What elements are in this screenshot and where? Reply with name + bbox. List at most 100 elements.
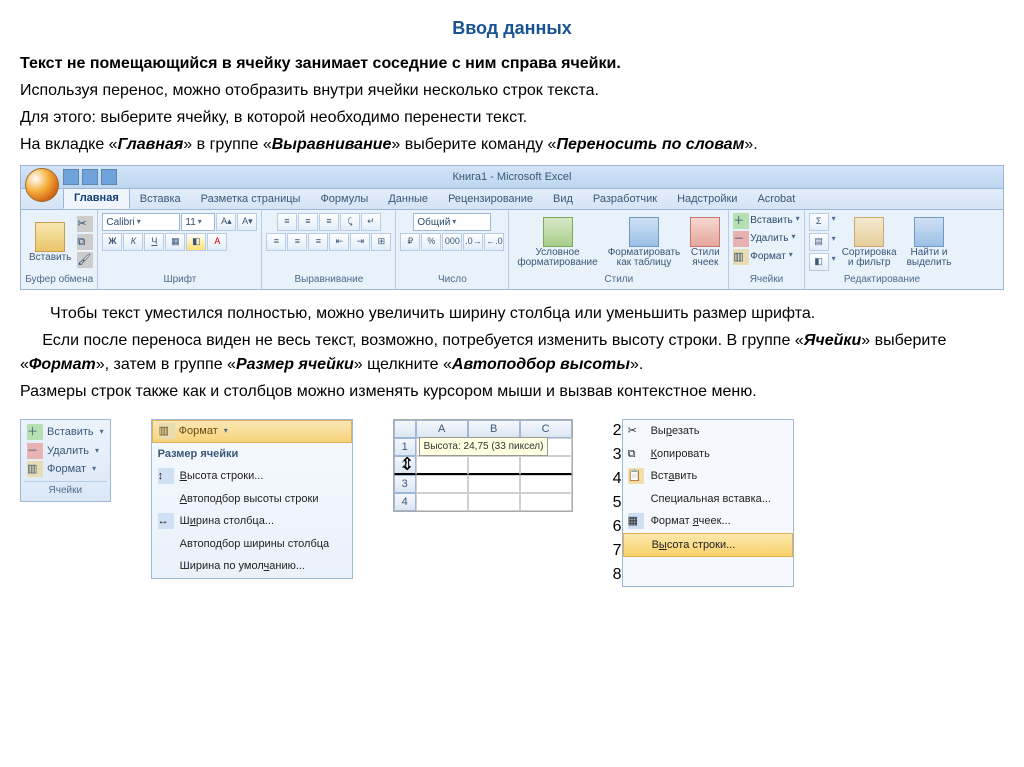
grow-font-icon[interactable]: A▴ (216, 213, 236, 231)
group-label: Редактирование (844, 271, 920, 288)
row-header-3[interactable]: 3 (394, 475, 416, 493)
fill-button[interactable]: ▤▾ (809, 233, 836, 251)
tab-review[interactable]: Рецензирование (438, 189, 543, 210)
cell-c3[interactable] (520, 475, 572, 493)
format-header[interactable]: ▥Формат▾ (152, 420, 352, 443)
merge-icon[interactable]: ⊞ (371, 233, 391, 251)
redo-icon[interactable] (101, 169, 117, 185)
shrink-font-icon[interactable]: A▾ (237, 213, 257, 231)
menu-autofit-height[interactable]: Автоподбор высоты строкиАвтоподбор высот… (152, 488, 352, 511)
align-top-icon[interactable]: ≡ (277, 213, 297, 231)
tab-home[interactable]: Главная (63, 187, 130, 210)
undo-icon[interactable] (82, 169, 98, 185)
delete-button[interactable]: －Удалить▾ (733, 231, 795, 247)
save-icon[interactable] (63, 169, 79, 185)
italic-button[interactable]: К (123, 233, 143, 251)
cell-b4[interactable] (468, 493, 520, 511)
tab-insert[interactable]: Вставка (130, 189, 191, 210)
ctx-row-height[interactable]: Высота строки...Высота строки... (623, 533, 793, 558)
cell-a1[interactable]: Высота: 24,75 (33 пиксел) (416, 438, 468, 456)
tab-view[interactable]: Вид (543, 189, 583, 210)
menu-row-height[interactable]: ↕ВВысота строки...ысота строки... (152, 465, 352, 488)
format-button[interactable]: ▥Формат▾ (733, 249, 793, 265)
format-painter-icon[interactable]: 🖌 (77, 252, 93, 268)
cell-b2[interactable] (468, 456, 520, 475)
office-button[interactable] (25, 168, 59, 202)
row-num[interactable]: 7 (613, 539, 622, 563)
ribbon-tabs: Главная Вставка Разметка страницы Формул… (21, 189, 1003, 210)
align-right-icon[interactable]: ≡ (308, 233, 328, 251)
conditional-formatting-button[interactable]: Условноеформатирование (513, 215, 601, 270)
border-button[interactable]: ▦ (165, 233, 185, 251)
underline-button[interactable]: Ч (144, 233, 164, 251)
inc-decimal-icon[interactable]: .0→ (463, 233, 483, 251)
ctx-copy[interactable]: ⧉КопироватьКопировать (623, 443, 793, 466)
col-header-a[interactable]: A (416, 420, 468, 438)
indent-inc-icon[interactable]: ⇥ (350, 233, 370, 251)
ctx-cut[interactable]: ✂ВырезатьВырезать (623, 420, 793, 443)
row-num[interactable]: 4 (613, 467, 622, 491)
tab-formulas[interactable]: Формулы (310, 189, 378, 210)
cell-a4[interactable] (416, 493, 468, 511)
comma-icon[interactable]: 000 (442, 233, 462, 251)
menu-autofit-width[interactable]: Автоподбор ширины столбцаАвтоподбор шири… (152, 533, 352, 556)
tab-addins[interactable]: Надстройки (667, 189, 747, 210)
dec-decimal-icon[interactable]: ←.0 (484, 233, 504, 251)
orientation-icon[interactable]: ⤹ (340, 213, 360, 231)
fill-color-button[interactable]: ◧ (186, 233, 206, 251)
cell-styles-button[interactable]: Стилиячеек (686, 215, 724, 270)
row-num[interactable]: 5 (613, 491, 622, 515)
cell-b3[interactable] (468, 475, 520, 493)
sort-filter-button[interactable]: Сортировкаи фильтр (838, 215, 901, 270)
font-size-combo[interactable]: 11▾ (181, 213, 215, 231)
row-num[interactable]: 3 (613, 443, 622, 467)
ctx-format-cells[interactable]: ▦Формат ячеек...Формат ячеек... (623, 510, 793, 533)
format-as-table-button[interactable]: Форматироватькак таблицу (604, 215, 685, 270)
align-center-icon[interactable]: ≡ (287, 233, 307, 251)
cell-a3[interactable] (416, 475, 468, 493)
row-num[interactable]: 8 (613, 563, 622, 587)
insert-button[interactable]: ＋Вставить▾ (733, 213, 799, 229)
clear-button[interactable]: ◧▾ (809, 253, 836, 271)
align-bottom-icon[interactable]: ≡ (319, 213, 339, 231)
copy-icon[interactable]: ⧉ (77, 234, 93, 250)
number-format-combo[interactable]: Общий▾ (413, 213, 491, 231)
tab-acrobat[interactable]: Acrobat (747, 189, 805, 210)
mini-delete[interactable]: －Удалить▾ (24, 442, 107, 461)
row-header-4[interactable]: 4 (394, 493, 416, 511)
group-label: Число (438, 271, 467, 288)
para-7: Размеры строк также как и столбцов можно… (20, 380, 1004, 404)
excel-ribbon: Книга1 - Microsoft Excel Главная Вставка… (20, 165, 1004, 290)
align-left-icon[interactable]: ≡ (266, 233, 286, 251)
bold-button[interactable]: Ж (102, 233, 122, 251)
corner-cell[interactable] (394, 420, 416, 438)
ctx-paste-special[interactable]: Специальная вставка...Специальная вставк… (623, 488, 793, 511)
tab-developer[interactable]: Разработчик (583, 189, 667, 210)
menu-col-width[interactable]: ↔Ширина столбца...Ширина столбца... (152, 510, 352, 533)
ctx-paste[interactable]: 📋ВставитьВставить (623, 465, 793, 488)
para-2: Используя перенос, можно отобразить внут… (20, 79, 1004, 103)
mini-format[interactable]: ▥Формат▾ (24, 460, 107, 479)
mini-insert[interactable]: ＋Вставить▾ (24, 423, 107, 442)
row-num[interactable]: 2 (613, 419, 622, 443)
row-num[interactable]: 6 (613, 515, 622, 539)
tab-data[interactable]: Данные (378, 189, 438, 210)
find-select-button[interactable]: Найти ивыделить (903, 215, 956, 270)
cell-c2[interactable] (520, 456, 572, 475)
autosum-button[interactable]: Σ▾ (809, 213, 836, 231)
menu-default-width[interactable]: Ширина по умолчанию...Ширина по умолчани… (152, 555, 352, 578)
cell-a2[interactable] (416, 456, 468, 475)
font-color-button[interactable]: A (207, 233, 227, 251)
align-middle-icon[interactable]: ≡ (298, 213, 318, 231)
percent-icon[interactable]: % (421, 233, 441, 251)
tab-layout[interactable]: Разметка страницы (191, 189, 311, 210)
cut-icon[interactable]: ✂ (77, 216, 93, 232)
indent-dec-icon[interactable]: ⇤ (329, 233, 349, 251)
currency-icon[interactable]: ₽ (400, 233, 420, 251)
wrap-text-icon[interactable]: ↵ (361, 213, 381, 231)
cell-c4[interactable] (520, 493, 572, 511)
font-family-combo[interactable]: Calibri▾ (102, 213, 180, 231)
paste-button[interactable]: Вставить (25, 220, 75, 265)
col-header-c[interactable]: C (520, 420, 572, 438)
col-header-b[interactable]: B (468, 420, 520, 438)
